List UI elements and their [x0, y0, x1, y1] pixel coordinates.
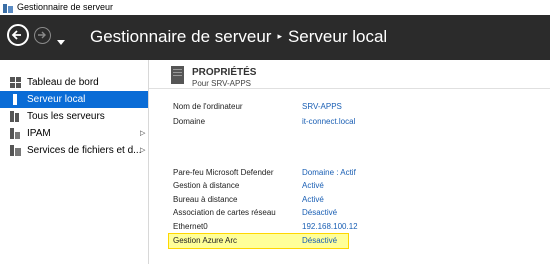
back-button[interactable] [7, 24, 29, 46]
firewall-label: Pare-feu Microsoft Defender [173, 168, 274, 177]
sidebar-item-label: IPAM [27, 128, 51, 139]
nic-teaming-link[interactable]: Désactivé [302, 208, 337, 217]
arrow-left-icon [11, 30, 21, 40]
section-divider [149, 88, 550, 89]
sidebar-item-local-server[interactable]: Serveur local [0, 91, 148, 108]
expand-chevron-icon[interactable]: ▷ [140, 142, 145, 159]
ipam-icon [10, 128, 21, 139]
azure-arc-link[interactable]: Désactivé [302, 236, 337, 245]
sidebar-item-label: Tableau de bord [27, 77, 99, 88]
sidebar-item-label: Tous les serveurs [27, 111, 105, 122]
remote-desktop-link[interactable]: Activé [302, 195, 324, 204]
breadcrumb: Gestionnaire de serveur ▸ Serveur local [90, 24, 387, 49]
remote-management-link[interactable]: Activé [302, 181, 324, 190]
sidebar-item-dashboard[interactable]: Tableau de bord [0, 74, 148, 91]
nic-teaming-label: Association de cartes réseau [173, 208, 276, 217]
caret-down-icon [57, 40, 65, 45]
domain-link[interactable]: it-connect.local [302, 117, 355, 126]
sidebar-item-label: Services de fichiers et d... [27, 145, 142, 156]
properties-subtitle: Pour SRV-APPS [192, 79, 251, 88]
breadcrumb-root[interactable]: Gestionnaire de serveur [90, 27, 271, 46]
ethernet0-link[interactable]: 192.168.100.12 [302, 222, 358, 231]
server-icon [10, 94, 21, 105]
history-dropdown-button[interactable] [57, 33, 65, 45]
remote-management-label: Gestion à distance [173, 181, 240, 190]
properties-panel: PROPRIÉTÉS Pour SRV-APPS Nom de l'ordina… [149, 60, 550, 264]
azure-arc-label: Gestion Azure Arc [173, 236, 238, 245]
breadcrumb-separator: ▸ [277, 31, 282, 41]
ethernet0-label: Ethernet0 [173, 222, 208, 231]
arrow-right-icon [38, 31, 46, 39]
window-title: Gestionnaire de serveur [17, 2, 114, 12]
navigation-sidebar: Tableau de bord Serveur local Tous les s… [0, 60, 149, 264]
server-properties-icon [171, 66, 184, 84]
breadcrumb-current: Serveur local [287, 27, 388, 46]
sidebar-item-file-services[interactable]: Services de fichiers et d... ▷ [0, 142, 148, 159]
sidebar-item-all-servers[interactable]: Tous les serveurs [0, 108, 148, 125]
remote-desktop-label: Bureau à distance [173, 195, 238, 204]
domain-label: Domaine [173, 117, 206, 126]
firewall-link[interactable]: Domaine : Actif [302, 168, 356, 177]
computer-name-link[interactable]: SRV-APPS [302, 102, 342, 111]
forward-button[interactable] [34, 27, 51, 44]
window-titlebar: Gestionnaire de serveur [0, 0, 550, 15]
app-header: Gestionnaire de serveur ▸ Serveur local [0, 15, 550, 60]
expand-chevron-icon[interactable]: ▷ [140, 125, 145, 142]
computer-name-label: Nom de l'ordinateur [173, 102, 243, 111]
dashboard-icon [10, 77, 21, 88]
sidebar-item-label: Serveur local [27, 94, 86, 105]
servers-icon [10, 111, 21, 122]
sidebar-item-ipam[interactable]: IPAM ▷ [0, 125, 148, 142]
properties-title: PROPRIÉTÉS [192, 67, 257, 78]
server-manager-app-icon [3, 3, 13, 13]
file-services-icon [10, 145, 21, 156]
